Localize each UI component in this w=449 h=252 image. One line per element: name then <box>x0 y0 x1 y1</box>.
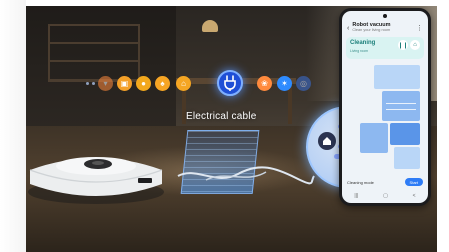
electrical-cable-wire <box>177 166 315 185</box>
scale-icon: ◎ <box>296 76 311 91</box>
cleaning-path <box>386 103 416 104</box>
cleaning-mode-label[interactable]: Cleaning mode <box>347 180 405 185</box>
promo-scene: ▾ ▣ ● ♠ ⌂ ❀ ✶ ◎ Electrical cable ‹ Robot… <box>26 6 437 252</box>
cleaning-path <box>386 109 416 110</box>
robot-vacuum-body <box>28 157 164 204</box>
system-nav-bar: ||| ▢ < <box>342 192 428 200</box>
back-arrow-icon[interactable]: ‹ <box>347 25 349 32</box>
sock-icon: ♠ <box>155 76 170 91</box>
bag-icon: ▣ <box>117 76 132 91</box>
lamp <box>202 20 218 32</box>
electrical-cable-icon <box>217 70 243 96</box>
back-icon[interactable]: < <box>413 193 416 199</box>
start-button[interactable]: Start <box>404 178 423 186</box>
app-subtitle: Clean your living room <box>352 28 391 33</box>
shelf-board <box>48 60 140 62</box>
cleaning-status-title: Cleaning <box>350 40 376 46</box>
cleaning-status-card[interactable]: Cleaning ❙❙ ⌂ Living room <box>346 37 424 59</box>
shoe-icon: ▾ <box>98 76 113 91</box>
app-titles: Robot vacuum Clean your living room <box>352 22 416 33</box>
indicator-dot <box>92 82 95 85</box>
status-bar <box>342 11 428 21</box>
map-room[interactable] <box>382 91 420 121</box>
home-icon[interactable]: ▢ <box>383 193 388 199</box>
more-options-icon[interactable]: ⋮ <box>416 24 423 32</box>
home-icon <box>318 132 336 150</box>
left-page-margin <box>0 0 26 252</box>
toy-icon: ✶ <box>277 76 292 91</box>
cleaning-status-sub: Living room <box>350 49 369 53</box>
shelf-board <box>48 42 140 44</box>
app-screen: ‹ Robot vacuum Clean your living room ⋮ … <box>342 11 428 203</box>
pet-waste-icon: ❀ <box>257 76 272 91</box>
person-icon: ⌂ <box>176 76 191 91</box>
pet-bowl-icon: ● <box>136 76 151 91</box>
right-page-margin <box>437 0 449 252</box>
pause-icon[interactable]: ❙❙ <box>398 40 408 50</box>
robot-vacuum <box>26 152 166 208</box>
floor-map[interactable] <box>346 63 424 175</box>
smartphone: ‹ Robot vacuum Clean your living room ⋮ … <box>339 8 431 206</box>
front-camera <box>383 14 387 18</box>
map-room[interactable] <box>374 65 420 89</box>
map-room[interactable] <box>360 123 388 153</box>
map-room[interactable] <box>390 123 420 145</box>
map-room[interactable] <box>394 147 420 169</box>
app-header: ‹ Robot vacuum Clean your living room ⋮ <box>342 21 428 35</box>
menu-icon[interactable]: ||| <box>354 193 358 199</box>
cable-detection-label: Electrical cable <box>186 111 257 122</box>
object-recognition-icons: ▾ ▣ ● ♠ ⌂ ❀ ✶ ◎ <box>86 70 311 98</box>
indicator-dot <box>86 82 89 85</box>
app-bottom-bar: Cleaning mode Start <box>342 175 428 189</box>
dock-icon[interactable]: ⌂ <box>410 40 420 50</box>
